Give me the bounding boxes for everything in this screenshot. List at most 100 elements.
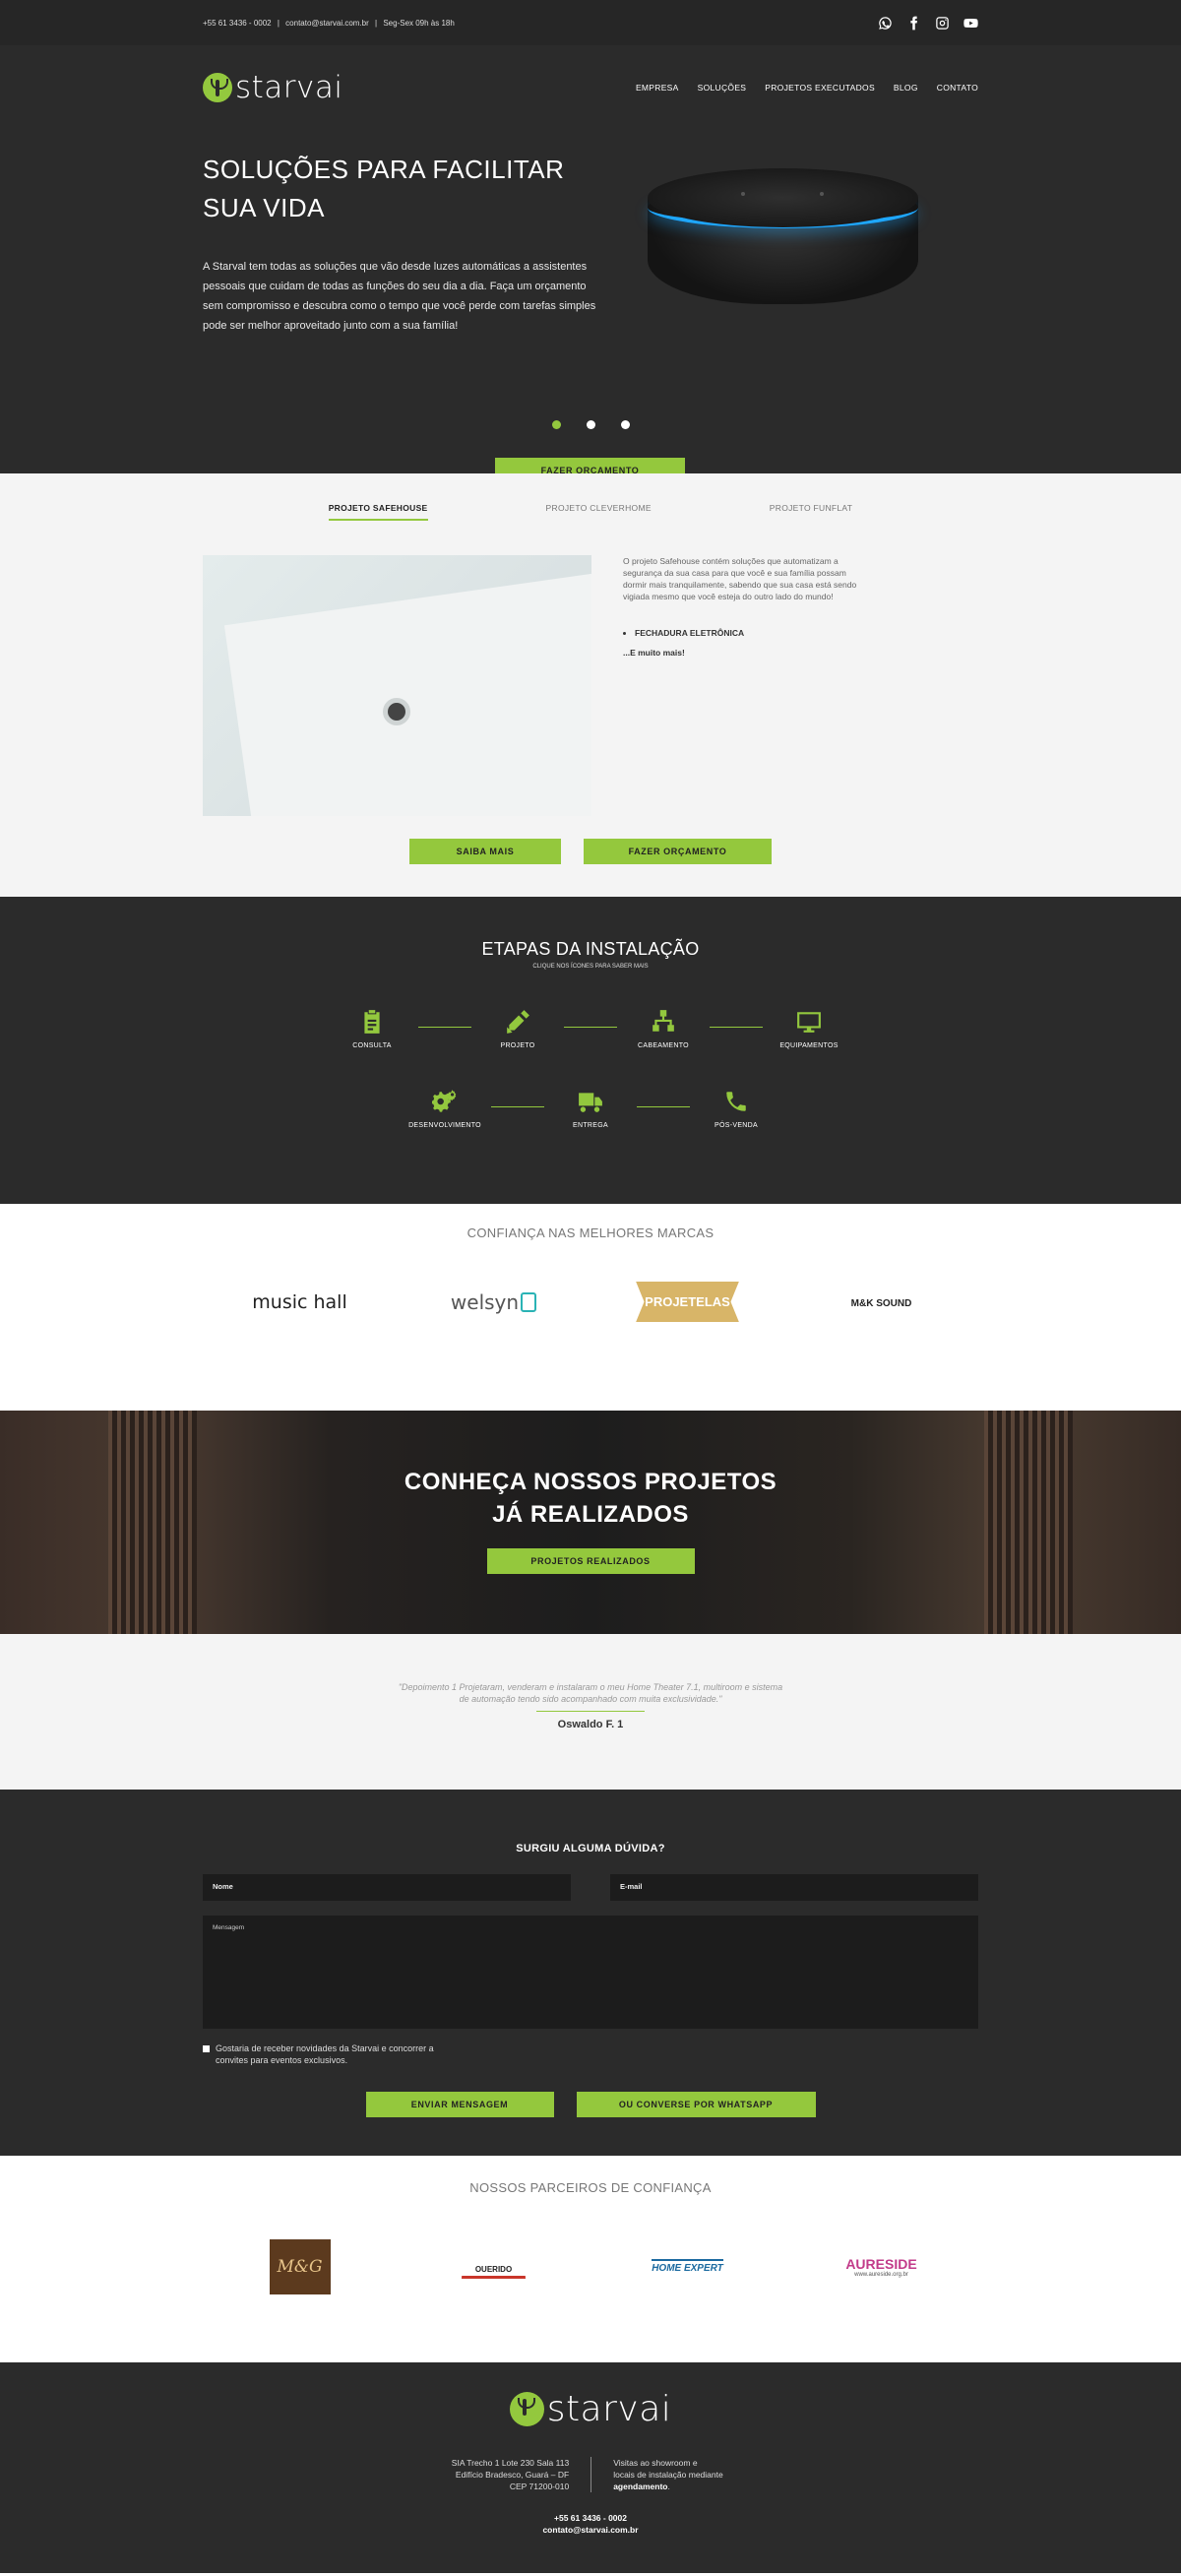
nav-item-empresa[interactable]: EMPRESA bbox=[636, 83, 679, 93]
partner-name: HOME EXPERT bbox=[652, 2259, 723, 2274]
partner-logo-aureside: AURESIDE www.aureside.org.br bbox=[788, 2256, 975, 2278]
carousel-dots bbox=[0, 420, 1181, 429]
testimonial-section: "Depoimento 1 Projetaram, venderam e ins… bbox=[0, 1634, 1181, 1790]
partner-logo-mg: M&G bbox=[207, 2239, 394, 2294]
visit-suffix: . bbox=[667, 2482, 670, 2491]
contact-section: SURGIU ALGUMA DÚVIDA? Nome E-mail Mensag… bbox=[0, 1790, 1181, 2156]
carousel-dot[interactable] bbox=[620, 420, 630, 429]
projects-banner: CONHEÇA NOSSOS PROJETOS JÁ REALIZADOS PR… bbox=[0, 1411, 1181, 1634]
monitor-icon bbox=[797, 1012, 821, 1033]
address-line: SIA Trecho 1 Lote 230 Sala 113 bbox=[451, 2458, 570, 2468]
visit-emphasis: agendamento bbox=[613, 2482, 668, 2491]
carousel-dot[interactable] bbox=[586, 420, 595, 429]
brand-logo-music-hall: music hall bbox=[207, 1291, 394, 1313]
step-pos-venda[interactable]: PÓS-VENDA bbox=[677, 1089, 795, 1129]
step-cabeamento[interactable]: CABEAMENTO bbox=[604, 1009, 722, 1049]
feature-item: FECHADURA ELETRÔNICA bbox=[635, 627, 859, 639]
step-equipamentos[interactable]: EQUIPAMENTOS bbox=[750, 1009, 868, 1049]
visit-line: locais de instalação mediante bbox=[613, 2470, 723, 2480]
truck-icon bbox=[579, 1093, 602, 1112]
speaker-button bbox=[820, 192, 824, 196]
project-text: O projeto Safehouse contém soluções que … bbox=[623, 556, 857, 601]
ceiling-sensor bbox=[383, 698, 410, 725]
newsletter-checkbox[interactable]: Gostaria de receber novidades da Starvai… bbox=[203, 2042, 459, 2066]
brand-name: music hall bbox=[252, 1290, 347, 1313]
brand-logo-welsyn: welsyn bbox=[401, 1290, 588, 1314]
steps-title: ETAPAS DA INSTALAÇÃO bbox=[481, 939, 700, 959]
pencil-ruler-icon bbox=[507, 1010, 529, 1034]
step-label: ENTREGA bbox=[573, 1122, 608, 1129]
step-label: EQUIPAMENTOS bbox=[779, 1042, 839, 1049]
step-entrega[interactable]: ENTREGA bbox=[531, 1089, 650, 1129]
partner-name: M&G bbox=[269, 2239, 331, 2294]
ceiling-wall bbox=[223, 566, 591, 816]
separator: | bbox=[375, 18, 378, 28]
logo-wordmark: starvai bbox=[546, 2389, 672, 2429]
project-tabs: PROJETO SAFEHOUSE PROJETO CLEVERHOME PRO… bbox=[203, 503, 978, 521]
more-text: ...E muito mais! bbox=[623, 648, 685, 658]
starvai-logo[interactable]: starvai bbox=[203, 70, 343, 105]
main-nav: starvai EMPRESA SOLUÇÕES PROJETOS EXECUT… bbox=[203, 45, 978, 105]
hero-title: SOLUÇÕES PARA FACILITAR SUA VIDA bbox=[203, 155, 565, 222]
footer-phone[interactable]: +55 61 3436 - 0002 bbox=[0, 2512, 1181, 2524]
installation-steps-section: ETAPAS DA INSTALAÇÃO CLIQUE NOS ÍCONES P… bbox=[0, 897, 1181, 1204]
testimonial-quote: "Depoimento 1 Projetaram, venderam e ins… bbox=[398, 1682, 783, 1704]
hero-quote-button[interactable]: FAZER ORÇAMENTO bbox=[495, 458, 685, 473]
testimonial-author: Oswaldo F. 1 bbox=[557, 1719, 624, 1730]
partners-title: NOSSOS PARCEIROS DE CONFIANÇA bbox=[469, 2180, 712, 2195]
footer-email[interactable]: contato@starvai.com.br bbox=[0, 2524, 1181, 2536]
learn-more-button[interactable]: SAIBA MAIS bbox=[409, 839, 561, 864]
name-field[interactable]: Nome bbox=[203, 1874, 571, 1901]
step-projeto[interactable]: PROJETO bbox=[459, 1009, 577, 1049]
step-label: PÓS-VENDA bbox=[715, 1122, 758, 1129]
brand-logo-mk-sound: M&K SOUND bbox=[788, 1293, 975, 1311]
visit-line: Visitas ao showroom e bbox=[613, 2458, 698, 2468]
partner-name: OUERIDO bbox=[461, 2255, 527, 2279]
message-field[interactable]: Mensagem bbox=[203, 1916, 978, 2029]
brands-section: CONFIANÇA NAS MELHORES MARCAS music hall… bbox=[0, 1204, 1181, 1411]
topbar-phone[interactable]: +55 61 3436 - 0002 bbox=[203, 19, 272, 28]
logo-mark-icon bbox=[203, 73, 232, 102]
network-icon bbox=[653, 1010, 674, 1032]
step-desenvolvimento[interactable]: DESENVOLVIMENTO bbox=[386, 1089, 504, 1129]
footer-address: SIA Trecho 1 Lote 230 Sala 113 Edifício … bbox=[0, 2457, 1181, 2492]
newsletter-label: Gostaria de receber novidades da Starvai… bbox=[216, 2043, 434, 2065]
email-field[interactable]: E-mail bbox=[610, 1874, 978, 1901]
project-quote-button[interactable]: FAZER ORÇAMENTO bbox=[584, 839, 772, 864]
carousel-dot[interactable] bbox=[551, 420, 561, 429]
address-line: Edifício Bradesco, Guará – DF bbox=[455, 2470, 570, 2480]
steps-subtitle: CLIQUE NOS ÍCONES PARA SABER MAIS bbox=[532, 964, 649, 970]
partner-name: AURESIDE bbox=[845, 2256, 917, 2272]
whatsapp-icon[interactable] bbox=[878, 16, 893, 31]
youtube-icon[interactable] bbox=[963, 16, 978, 31]
brand-name: PROJETELAS bbox=[636, 1282, 739, 1322]
feature-list: FECHADURA ELETRÔNICA bbox=[623, 627, 859, 639]
partner-logo-home-expert: HOME EXPERT bbox=[594, 2258, 781, 2276]
step-consulta[interactable]: CONSULTA bbox=[313, 1009, 431, 1049]
social-links bbox=[878, 16, 978, 31]
whatsapp-button[interactable]: OU CONVERSE POR WHATSAPP bbox=[576, 2092, 816, 2117]
nav-item-blog[interactable]: BLOG bbox=[894, 83, 918, 93]
facebook-icon[interactable] bbox=[906, 16, 921, 31]
realized-projects-button[interactable]: PROJETOS REALIZADOS bbox=[486, 1548, 695, 1574]
nav-item-projetos[interactable]: PROJETOS EXECUTADOS bbox=[765, 83, 875, 93]
partners-section: NOSSOS PARCEIROS DE CONFIANÇA M&G OUERID… bbox=[0, 2156, 1181, 2362]
tab-cleverhome[interactable]: PROJETO CLEVERHOME bbox=[546, 503, 652, 521]
phone-icon bbox=[726, 1092, 746, 1111]
brand-name: welsyn bbox=[450, 1289, 520, 1314]
topbar-email[interactable]: contato@starvai.com.br bbox=[285, 19, 369, 28]
step-label: CABEAMENTO bbox=[638, 1042, 689, 1049]
speaker-button bbox=[741, 192, 745, 196]
instagram-icon[interactable] bbox=[935, 16, 950, 31]
send-message-button[interactable]: ENVIAR MENSAGEM bbox=[365, 2092, 554, 2117]
footer-logo[interactable]: starvai bbox=[0, 2389, 1181, 2429]
tab-safehouse[interactable]: PROJETO SAFEHOUSE bbox=[328, 503, 428, 521]
nav-item-contato[interactable]: CONTATO bbox=[937, 83, 978, 93]
checkbox-box[interactable] bbox=[203, 2045, 210, 2052]
visit-line: agendamento. bbox=[613, 2481, 729, 2492]
tab-funflat[interactable]: PROJETO FUNFLAT bbox=[770, 503, 852, 521]
contact-info: +55 61 3436 - 0002 | contato@starvai.com… bbox=[203, 19, 459, 28]
project-image bbox=[203, 555, 591, 816]
project-description: O projeto Safehouse contém soluções que … bbox=[623, 555, 859, 816]
nav-item-solucoes[interactable]: SOLUÇÕES bbox=[698, 83, 747, 93]
